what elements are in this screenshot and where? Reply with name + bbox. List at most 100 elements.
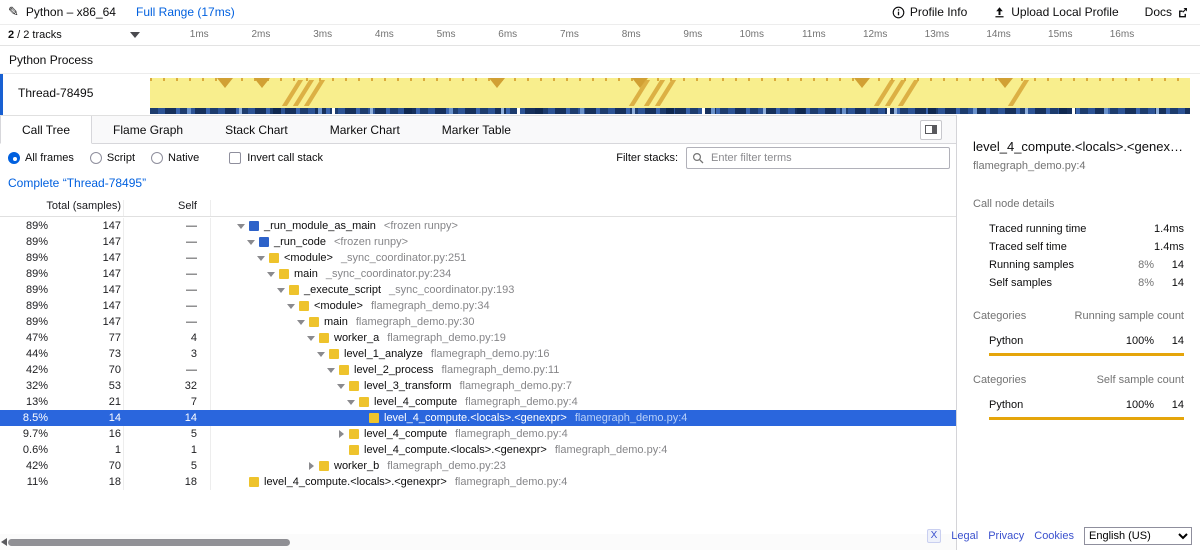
- category-color-icon: [319, 333, 329, 343]
- search-wrap: [686, 147, 950, 169]
- row-total-samples: 14: [48, 410, 124, 426]
- detail-row: Traced self time 1.4ms: [973, 238, 1184, 256]
- row-frame: level_1_analyze flamegraph_demo.py:16: [211, 346, 956, 362]
- thread-activity-track[interactable]: [150, 74, 1190, 115]
- call-tree-row[interactable]: 8.5% 14 14 level_4_compute.<locals>.<gen…: [0, 410, 956, 426]
- expand-toggle-icon[interactable]: [305, 332, 317, 344]
- upload-icon: [993, 6, 1006, 19]
- expand-toggle-icon[interactable]: [305, 460, 317, 472]
- row-frame: main flamegraph_demo.py:30: [211, 314, 956, 330]
- call-tree-row[interactable]: 42% 70 — level_2_process flamegraph_demo…: [0, 362, 956, 378]
- privacy-link[interactable]: Privacy: [988, 530, 1024, 542]
- footer-links: X Legal Privacy Cookies English (US): [927, 527, 1192, 545]
- expand-toggle-icon[interactable]: [255, 252, 267, 264]
- row-total-samples: 70: [48, 362, 124, 378]
- sidebar-toggle-button[interactable]: [920, 120, 942, 140]
- expand-toggle-icon[interactable]: [315, 348, 327, 360]
- horizontal-scrollbar[interactable]: [0, 534, 956, 550]
- edit-profile-name-icon[interactable]: ✎: [8, 4, 19, 20]
- tab-call-tree[interactable]: Call Tree: [0, 116, 92, 144]
- scroll-left-arrow-icon[interactable]: [1, 538, 7, 546]
- ruler-tick-label: 10ms: [706, 25, 764, 45]
- tab-stack-chart[interactable]: Stack Chart: [204, 116, 309, 143]
- expand-toggle-icon[interactable]: [355, 412, 367, 424]
- call-tree-row[interactable]: 11% 18 18 level_4_compute.<locals>.<gene…: [0, 474, 956, 490]
- tab-flame-graph[interactable]: Flame Graph: [92, 116, 204, 143]
- breadcrumb-thread-link[interactable]: Complete “Thread-78495”: [8, 176, 146, 190]
- cookies-link[interactable]: Cookies: [1034, 530, 1074, 542]
- scrollbar-thumb[interactable]: [8, 539, 290, 546]
- call-tree-row[interactable]: 0.6% 1 1 level_4_compute.<locals>.<genex…: [0, 442, 956, 458]
- ruler-tick-label: 2ms: [212, 25, 270, 45]
- tab-marker-chart[interactable]: Marker Chart: [309, 116, 421, 143]
- radio-all-frames[interactable]: All frames: [8, 152, 74, 164]
- detail-label: Traced self time: [989, 241, 1067, 253]
- call-tree-row[interactable]: 89% 147 — main flamegraph_demo.py:30: [0, 314, 956, 330]
- legal-link[interactable]: Legal: [951, 530, 978, 542]
- filter-stacks-input[interactable]: [686, 147, 950, 169]
- column-header-self[interactable]: Self: [124, 200, 211, 216]
- expand-toggle-icon[interactable]: [335, 428, 347, 440]
- expand-toggle-icon[interactable]: [235, 220, 247, 232]
- radio-native[interactable]: Native: [151, 152, 199, 164]
- sidebar-panel-icon: [925, 125, 937, 134]
- call-tree-row[interactable]: 47% 77 4 worker_a flamegraph_demo.py:19: [0, 330, 956, 346]
- call-tree-row[interactable]: 89% 147 — <module> _sync_coordinator.py:…: [0, 250, 956, 266]
- expand-toggle-icon[interactable]: [345, 396, 357, 408]
- call-tree-row[interactable]: 9.7% 16 5 level_4_compute flamegraph_dem…: [0, 426, 956, 442]
- radio-script[interactable]: Script: [90, 152, 135, 164]
- call-tree-row[interactable]: 32% 53 32 level_3_transform flamegraph_d…: [0, 378, 956, 394]
- function-name: <module>: [314, 300, 363, 312]
- expand-toggle-icon[interactable]: [335, 380, 347, 392]
- row-frame: level_4_compute.<locals>.<genexpr> flame…: [211, 442, 956, 458]
- profiler-app: ✎ Python – x86_64 Full Range (17ms) Prof…: [0, 0, 1200, 550]
- language-select[interactable]: English (US): [1084, 527, 1192, 545]
- marker-triangle-icon: [217, 78, 233, 88]
- row-total-percent: 47%: [0, 332, 48, 344]
- expand-toggle-icon[interactable]: [265, 268, 277, 280]
- row-total-samples: 147: [48, 266, 124, 282]
- expand-toggle-icon[interactable]: [285, 300, 297, 312]
- function-name: level_4_compute.<locals>.<genexpr>: [364, 444, 547, 456]
- sidebar-function-title: level_4_compute.<locals>.<genexpr>: [973, 139, 1184, 154]
- profile-info-button[interactable]: Profile Info: [892, 5, 967, 19]
- invert-call-stack-checkbox[interactable]: Invert call stack: [229, 152, 323, 164]
- full-range-link[interactable]: Full Range (17ms): [136, 5, 235, 19]
- row-self-samples: 1: [124, 442, 211, 458]
- category-color-icon: [319, 461, 329, 471]
- call-tree-row[interactable]: 89% 147 — _run_code <frozen runpy>: [0, 234, 956, 250]
- expand-toggle-icon[interactable]: [235, 476, 247, 488]
- process-track-header[interactable]: Python Process: [0, 46, 1200, 74]
- expand-toggle-icon[interactable]: [245, 236, 257, 248]
- upload-profile-button[interactable]: Upload Local Profile: [993, 5, 1118, 19]
- source-location: flamegraph_demo.py:16: [431, 348, 550, 360]
- expand-toggle-icon[interactable]: [325, 364, 337, 376]
- expand-toggle-icon[interactable]: [295, 316, 307, 328]
- call-tree-row[interactable]: 89% 147 — _execute_script _sync_coordina…: [0, 282, 956, 298]
- row-total-percent: 0.6%: [0, 444, 48, 456]
- function-name: main: [294, 268, 318, 280]
- tracks-dropdown[interactable]: 2 / 2 tracks: [0, 25, 150, 45]
- timeline-ruler[interactable]: 2 / 2 tracks 1ms2ms3ms4ms5ms6ms7ms8ms9ms…: [0, 25, 1200, 46]
- row-frame: _execute_script _sync_coordinator.py:193: [211, 282, 956, 298]
- checkbox-icon: [229, 152, 241, 164]
- expand-toggle-icon[interactable]: [275, 284, 287, 296]
- call-tree-row[interactable]: 89% 147 — main _sync_coordinator.py:234: [0, 266, 956, 282]
- call-tree-row[interactable]: 89% 147 — <module> flamegraph_demo.py:34: [0, 298, 956, 314]
- ruler-tick-label: 5ms: [398, 25, 456, 45]
- column-header-total[interactable]: Total (samples): [0, 200, 124, 216]
- call-tree-row[interactable]: 42% 70 5 worker_b flamegraph_demo.py:23: [0, 458, 956, 474]
- call-tree-row[interactable]: 89% 147 — _run_module_as_main <frozen ru…: [0, 218, 956, 234]
- ruler-tick-label: 3ms: [274, 25, 332, 45]
- detail-value: 14: [1154, 277, 1184, 289]
- expand-toggle-icon[interactable]: [335, 444, 347, 456]
- source-location: flamegraph_demo.py:19: [387, 332, 506, 344]
- footer-close-button[interactable]: X: [927, 529, 942, 543]
- detail-percent: 8%: [1118, 277, 1154, 289]
- call-tree-row[interactable]: 13% 21 7 level_4_compute flamegraph_demo…: [0, 394, 956, 410]
- tab-marker-table[interactable]: Marker Table: [421, 116, 532, 143]
- call-tree-row[interactable]: 44% 73 3 level_1_analyze flamegraph_demo…: [0, 346, 956, 362]
- row-self-samples: —: [124, 298, 211, 314]
- docs-link[interactable]: Docs: [1145, 5, 1188, 19]
- function-name: _execute_script: [304, 284, 381, 296]
